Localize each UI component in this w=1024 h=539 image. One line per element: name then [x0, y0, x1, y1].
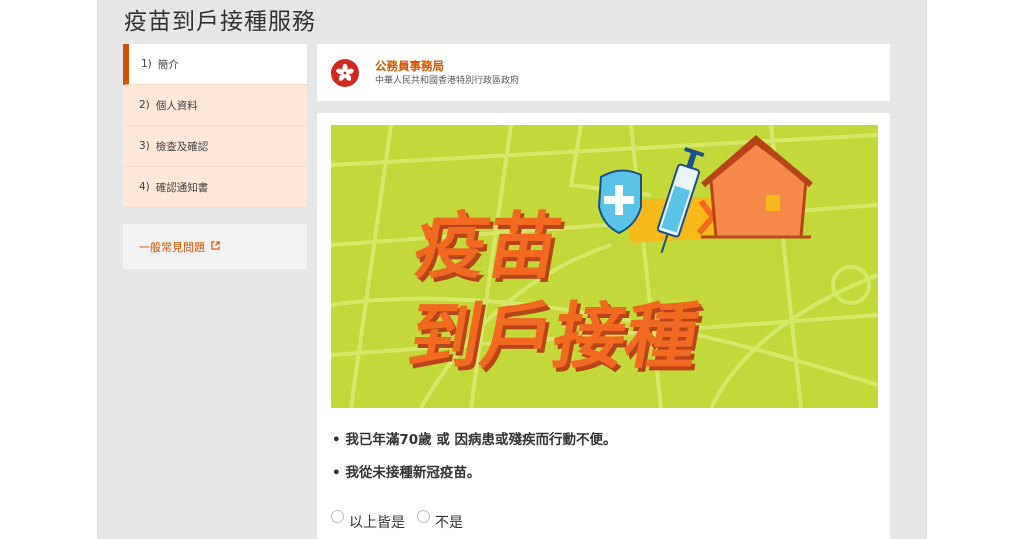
- page-frame: 疫苗到戶接種服務 1) 簡介 2) 個人資料 3) 檢查及確認 4) 確認通知書…: [97, 0, 927, 539]
- step-number: 2): [139, 99, 150, 111]
- radio-all-of-above[interactable]: [331, 509, 344, 523]
- step-label: 簡介: [157, 58, 179, 71]
- step-label: 確認通知書: [155, 181, 209, 194]
- step-label: 個人資料: [155, 99, 198, 112]
- step-number: 3): [139, 140, 150, 152]
- step-number: 4): [139, 181, 150, 193]
- external-link-icon: [211, 240, 220, 253]
- faq-label: 一般常見問題: [139, 240, 205, 254]
- radio-no[interactable]: [417, 509, 430, 523]
- bauhinia-emblem-icon: [331, 58, 359, 87]
- radio-label-all-of-above[interactable]: 以上皆是: [349, 512, 405, 532]
- step-item-review[interactable]: 3) 檢查及確認: [123, 126, 307, 167]
- faq-link[interactable]: 一般常見問題: [123, 224, 307, 269]
- content-card: 疫苗 疫苗 到戶接種 到戶接種 • 我已年滿70歲 或 因病患或殘疾而行動不便。…: [317, 113, 890, 539]
- step-item-personal-info[interactable]: 2) 個人資料: [123, 85, 307, 126]
- criteria-never-vaccinated: • 我從未接種新冠疫苗。: [332, 465, 481, 481]
- banner-line1: 疫苗: [408, 206, 567, 289]
- step-label: 檢查及確認: [155, 140, 209, 153]
- vaccine-banner: 疫苗 疫苗 到戶接種 到戶接種: [331, 125, 878, 408]
- step-nav: 1) 簡介 2) 個人資料 3) 檢查及確認 4) 確認通知書: [123, 44, 307, 208]
- department-header: 公務員事務局 中華人民共和國香港特別行政區政府: [317, 44, 890, 101]
- step-item-intro[interactable]: 1) 簡介: [123, 44, 307, 85]
- government-name: 中華人民共和國香港特別行政區政府: [375, 75, 520, 86]
- page-title: 疫苗到戶接種服務: [124, 9, 316, 35]
- radio-label-no[interactable]: 不是: [435, 512, 463, 532]
- criteria-age-mobility: • 我已年滿70歲 或 因病患或殘疾而行動不便。: [332, 432, 617, 448]
- banner-line2: 到戶接種: [402, 296, 705, 379]
- department-name: 公務員事務局: [375, 58, 444, 73]
- eligibility-radio-group: 以上皆是 不是: [331, 506, 475, 531]
- step-number: 1): [141, 58, 152, 70]
- step-item-confirmation[interactable]: 4) 確認通知書: [123, 167, 307, 208]
